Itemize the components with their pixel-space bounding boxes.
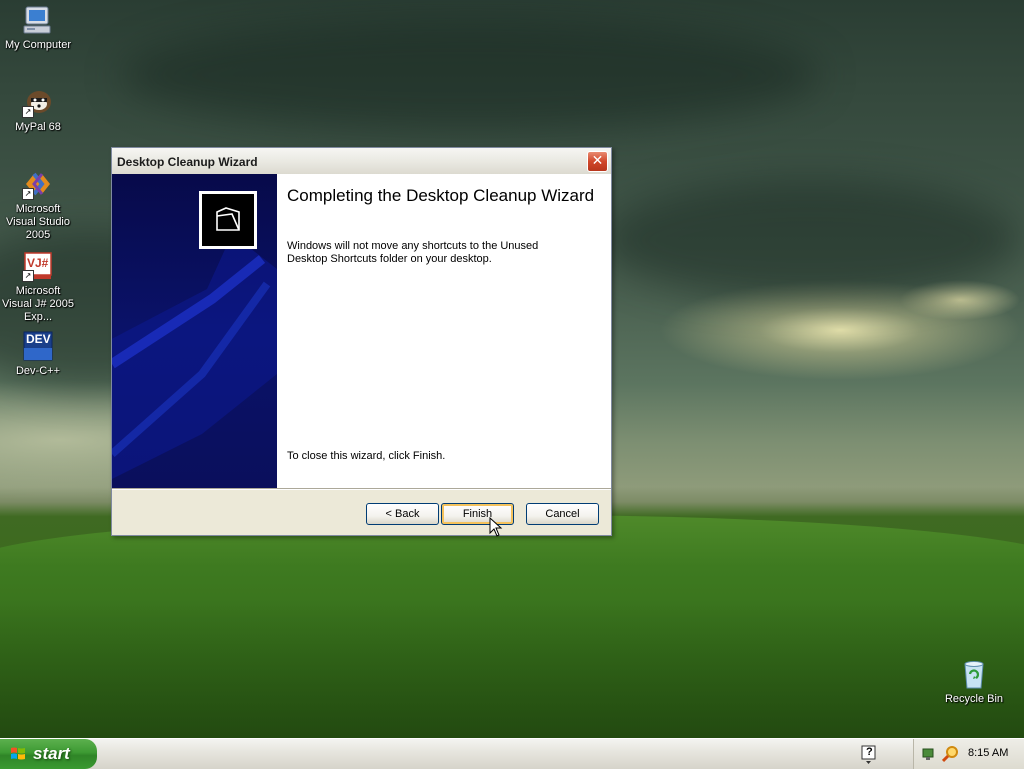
close-button[interactable]: ✕ [587,151,608,172]
network-tray-icon[interactable] [922,746,938,762]
clock[interactable]: 8:15 AM [968,747,1008,759]
taskbar: start ? 8:15 AM [0,738,1024,769]
wizard-heading: Completing the Desktop Cleanup Wizard [287,186,595,205]
cloud [600,180,1020,300]
devcpp-badge-text: DEV [26,332,51,346]
wizard-message: Windows will not move any shortcuts to t… [287,240,539,265]
title-bar[interactable]: Desktop Cleanup Wizard ✕ [112,148,611,175]
wizard-content: Completing the Desktop Cleanup Wizard Wi… [287,174,607,488]
grass-shadow [0,600,1024,738]
desktop-icon-label: My Computer [4,39,72,51]
my-computer-icon [22,4,54,36]
start-button[interactable]: start [0,739,97,769]
desktop-icon-label: Microsoft Visual Studio 2005 [5,203,70,241]
mouse-cursor-icon [489,517,503,537]
windows-logo-icon [11,747,25,760]
help-glyph: ? [866,746,873,758]
desktop-icon-label: Recycle Bin [944,693,1004,705]
wizard-side-banner [112,174,277,488]
desktop-icon-label: Dev-C++ [15,365,61,377]
mypal-icon: ↗ [22,86,54,118]
jsharp-badge-text: VJ# [27,256,49,270]
help-tray-button[interactable]: ? [858,744,880,764]
desktop-icon-visual-studio[interactable]: ↗ Microsoft Visual Studio 2005 [0,168,76,242]
window-title: Desktop Cleanup Wizard [117,155,258,169]
desktop-icon-devcpp[interactable]: DEV Dev-C++ [0,330,76,378]
button-separator [112,488,611,490]
desktop-cleanup-wizard-window: Desktop Cleanup Wizard ✕ Completing the … [111,147,612,536]
desktop-icon-visual-jsharp[interactable]: VJ# ↗ Microsoft Visual J# 2005 Exp... [0,250,76,324]
finish-button[interactable]: Finish [441,503,514,525]
close-icon: ✕ [591,153,604,169]
recycle-bin-icon [958,658,990,690]
cloud [120,20,820,130]
visual-jsharp-icon: VJ# ↗ [22,250,54,282]
wizard-body: Completing the Desktop Cleanup Wizard Wi… [112,174,611,488]
devcpp-icon: DEV [22,330,54,362]
cancel-button[interactable]: Cancel [526,503,599,525]
shortcut-arrow-icon: ↗ [22,106,34,118]
search-tray-icon[interactable] [942,745,960,763]
shortcut-arrow-icon: ↗ [22,270,34,282]
visual-studio-icon: ↗ [22,168,54,200]
shortcut-arrow-icon: ↗ [22,188,34,200]
desktop-icon-my-computer[interactable]: My Computer [0,4,76,52]
wizard-footer-text: To close this wizard, click Finish. [287,450,446,462]
folder-icon [199,191,257,249]
desktop-icon-mypal[interactable]: ↗ MyPal 68 [0,86,76,134]
start-label: start [33,744,70,763]
desktop-icon-label: MyPal 68 [15,121,61,133]
desktop-icon-recycle-bin[interactable]: Recycle Bin [936,658,1012,706]
back-button[interactable]: < Back [366,503,439,525]
system-tray: 8:15 AM [913,739,1024,769]
desktop-icon-label: Microsoft Visual J# 2005 Exp... [2,285,74,323]
